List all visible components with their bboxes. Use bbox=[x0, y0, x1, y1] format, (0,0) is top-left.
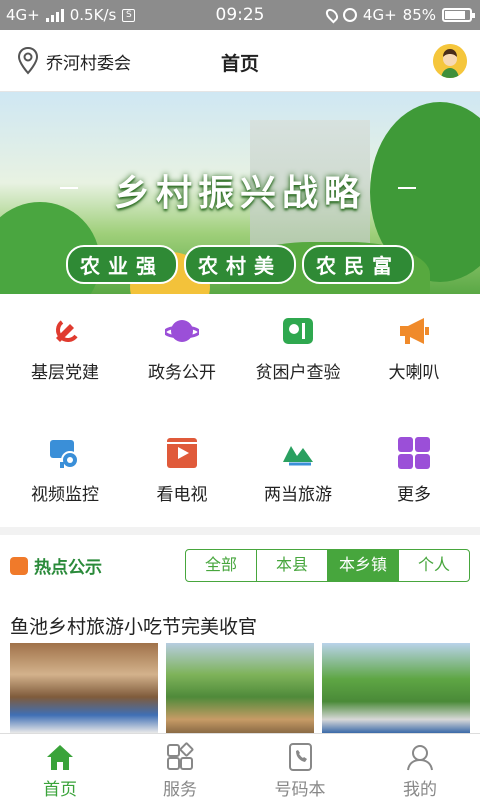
menu-item-label: 看电视 bbox=[156, 485, 208, 505]
news-filter-tabs: 全部 本县 本乡镇 个人 bbox=[185, 549, 470, 582]
camera-icon bbox=[48, 436, 82, 470]
alarm-icon bbox=[342, 8, 357, 22]
news-headline[interactable]: 鱼池乡村旅游小吃节完美收官 bbox=[10, 612, 257, 639]
user-avatar[interactable] bbox=[433, 44, 467, 78]
menu-item-video-surveillance[interactable]: 视频监控 bbox=[5, 436, 125, 505]
bottom-navigation: 首页 服务 号码本 我的 bbox=[0, 733, 480, 800]
hot-section-label: 热点公示 bbox=[10, 553, 102, 578]
services-icon bbox=[165, 742, 195, 772]
menu-item-label: 贫困户查验 bbox=[255, 363, 341, 383]
tab-all[interactable]: 全部 bbox=[186, 550, 257, 581]
tab-county[interactable]: 本县 bbox=[257, 550, 328, 581]
home-icon bbox=[45, 742, 75, 772]
battery-icon bbox=[442, 8, 475, 22]
video-icon bbox=[165, 436, 199, 470]
menu-item-government-affairs[interactable]: 政务公开 bbox=[122, 314, 242, 383]
banner-slogans: 农业强 农村美 农民富 bbox=[0, 245, 480, 284]
status-right: 4G+ 85% bbox=[323, 6, 475, 24]
nav-label: 服务 bbox=[163, 780, 197, 800]
fire-icon bbox=[10, 556, 28, 575]
menu-item-liangdang-tourism[interactable]: 两当旅游 bbox=[238, 436, 358, 505]
nav-label: 首页 bbox=[43, 780, 77, 800]
map-pin-icon bbox=[17, 46, 39, 75]
party-emblem-icon bbox=[48, 314, 82, 348]
nav-label: 号码本 bbox=[274, 780, 326, 800]
feature-grid: 基层党建 政务公开 贫困户查验 大喇叭 视频监控 看电视 两当旅游 更多 bbox=[0, 294, 480, 527]
megaphone-icon bbox=[397, 314, 431, 348]
hot-news-section: 热点公示 全部 本县 本乡镇 个人 鱼池乡村旅游小吃节完美收官 bbox=[0, 535, 480, 733]
menu-item-loudspeaker[interactable]: 大喇叭 bbox=[354, 314, 474, 383]
nav-label: 我的 bbox=[403, 780, 437, 800]
menu-item-label: 更多 bbox=[397, 485, 431, 505]
news-photo[interactable] bbox=[166, 643, 314, 733]
tab-township[interactable]: 本乡镇 bbox=[328, 550, 399, 581]
nav-phonebook[interactable]: 号码本 bbox=[240, 734, 360, 800]
news-photo[interactable] bbox=[322, 643, 470, 733]
nav-profile[interactable]: 我的 bbox=[360, 734, 480, 800]
menu-item-party-building[interactable]: 基层党建 bbox=[5, 314, 125, 383]
news-photo[interactable] bbox=[10, 643, 158, 733]
menu-item-watch-tv[interactable]: 看电视 bbox=[122, 436, 242, 505]
ticket-icon bbox=[281, 314, 315, 348]
nav-home[interactable]: 首页 bbox=[0, 734, 120, 800]
nav-services[interactable]: 服务 bbox=[120, 734, 240, 800]
location-icon bbox=[323, 6, 341, 24]
menu-item-label: 两当旅游 bbox=[264, 485, 332, 505]
banner-slogan: 农民富 bbox=[302, 245, 414, 284]
network-type-right: 4G+ bbox=[362, 6, 397, 24]
planet-icon bbox=[163, 314, 201, 348]
phonebook-icon bbox=[285, 742, 315, 772]
location-selector[interactable]: 乔河村委会 bbox=[16, 46, 131, 76]
banner-slogan: 农业强 bbox=[66, 245, 178, 284]
menu-item-label: 基层党建 bbox=[31, 363, 99, 383]
menu-item-label: 大喇叭 bbox=[388, 363, 440, 383]
banner-slogan: 农村美 bbox=[184, 245, 296, 284]
profile-icon bbox=[405, 742, 435, 772]
grid-icon bbox=[397, 436, 431, 470]
tourism-logo-icon bbox=[281, 436, 315, 470]
promo-banner[interactable]: 乡村振兴战略 农业强 农村美 农民富 bbox=[0, 92, 480, 294]
menu-item-more[interactable]: 更多 bbox=[354, 436, 474, 505]
hot-section-title: 热点公示 bbox=[34, 558, 102, 578]
banner-headline: 乡村振兴战略 bbox=[113, 172, 366, 214]
tab-personal[interactable]: 个人 bbox=[399, 550, 469, 581]
menu-item-label: 政务公开 bbox=[148, 363, 216, 383]
menu-item-poverty-check[interactable]: 贫困户查验 bbox=[238, 314, 358, 383]
battery-percent: 85% bbox=[402, 6, 436, 24]
menu-item-label: 视频监控 bbox=[31, 485, 99, 505]
avatar-icon bbox=[433, 44, 467, 78]
location-name: 乔河村委会 bbox=[46, 53, 131, 74]
top-header: 乔河村委会 首页 bbox=[0, 30, 480, 92]
status-bar: 4G+ 0.5K/s S 09:25 4G+ 85% bbox=[0, 0, 480, 30]
